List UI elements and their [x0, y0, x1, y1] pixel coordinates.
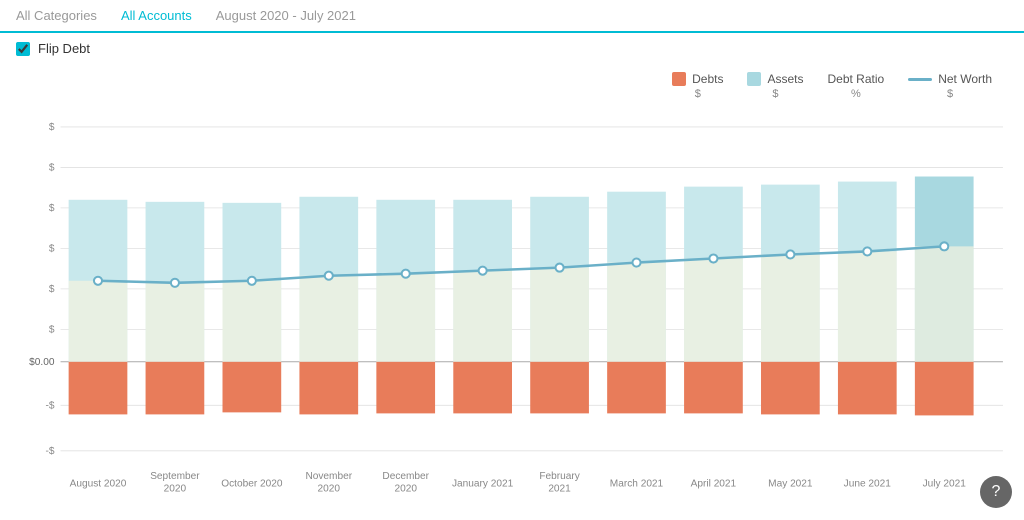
networth-dot-apr: [709, 254, 717, 262]
svg-text:$: $: [49, 203, 55, 214]
debts-color-icon: [672, 72, 686, 86]
debt-bar-nov2020: [299, 362, 358, 415]
networth-dot-jul: [940, 242, 948, 250]
networth-dot-mar: [632, 259, 640, 267]
svg-text:February: February: [539, 471, 580, 482]
networth-dot-feb: [556, 264, 564, 272]
net-worth-unit: $: [947, 88, 953, 100]
networth-fill-mar: [607, 263, 666, 362]
svg-text:December: December: [382, 471, 429, 482]
svg-text:2020: 2020: [394, 483, 417, 494]
debt-bar-jun2021: [838, 362, 897, 415]
debt-bar-jul2021: [915, 362, 974, 416]
svg-text:August 2020: August 2020: [70, 478, 127, 489]
chart-area: $ $ $ $ $ $ $0.00 -$ -$: [16, 104, 1008, 494]
networth-dot-jun: [863, 247, 871, 255]
svg-text:$: $: [49, 122, 55, 133]
svg-text:April 2021: April 2021: [691, 478, 737, 489]
networth-dot-aug: [94, 277, 102, 285]
net-worth-label: Net Worth: [938, 72, 992, 86]
assets-color-icon: [747, 72, 761, 86]
chart-svg: $ $ $ $ $ $ $0.00 -$ -$: [16, 104, 1008, 494]
debts-label: Debts: [692, 72, 723, 86]
debt-bar-apr2021: [684, 362, 743, 414]
svg-text:2021: 2021: [548, 483, 571, 494]
networth-dot-jan: [479, 267, 487, 275]
help-button[interactable]: ?: [980, 476, 1012, 508]
flip-debt-row: Flip Debt: [0, 33, 1024, 64]
networth-fill-jan: [453, 271, 512, 362]
debt-bar-may2021: [761, 362, 820, 415]
svg-text:$: $: [49, 324, 55, 335]
svg-text:$: $: [49, 162, 55, 173]
networth-dot-oct: [248, 277, 256, 285]
assets-label: Assets: [767, 72, 803, 86]
networth-fill-aug: [69, 281, 128, 362]
networth-dot-nov: [325, 272, 333, 280]
svg-text:$0.00: $0.00: [29, 357, 55, 368]
debt-bar-feb2021: [530, 362, 589, 414]
net-worth-line-icon: [908, 78, 932, 81]
svg-text:$: $: [49, 284, 55, 295]
networth-dot-dec: [402, 270, 410, 278]
networth-dot-sep: [171, 279, 179, 287]
assets-unit: $: [772, 88, 778, 100]
svg-text:November: November: [305, 471, 352, 482]
networth-fill-oct: [222, 281, 281, 362]
networth-fill-sep: [146, 283, 205, 362]
debt-bar-aug2020: [69, 362, 128, 415]
svg-text:-$: -$: [45, 446, 54, 457]
nav-all-accounts[interactable]: All Accounts: [121, 8, 192, 23]
svg-text:July 2021: July 2021: [923, 478, 967, 489]
svg-text:$: $: [49, 243, 55, 254]
debt-bar-sep2020: [146, 362, 205, 415]
chart-container: Debts $ Assets $ Debt Ratio % Net Worth …: [0, 64, 1024, 514]
debt-bar-jan2021: [453, 362, 512, 414]
flip-debt-label: Flip Debt: [38, 41, 90, 56]
svg-text:2020: 2020: [318, 483, 341, 494]
svg-text:-$: -$: [45, 400, 54, 411]
debt-ratio-label: Debt Ratio: [828, 72, 885, 86]
networth-fill-apr: [684, 259, 743, 362]
svg-text:June 2021: June 2021: [844, 478, 892, 489]
debt-bar-dec2020: [376, 362, 435, 414]
svg-text:March 2021: March 2021: [610, 478, 664, 489]
svg-text:January 2021: January 2021: [452, 478, 514, 489]
debt-bar-oct2020: [222, 362, 281, 413]
top-nav-bar: All Categories All Accounts August 2020 …: [0, 0, 1024, 33]
networth-fill-jun: [838, 251, 897, 361]
svg-text:October 2020: October 2020: [221, 478, 283, 489]
nav-date-range[interactable]: August 2020 - July 2021: [216, 8, 356, 23]
debt-ratio-unit: %: [851, 88, 861, 100]
networth-fill-may: [761, 254, 820, 361]
legend-debt-ratio: Debt Ratio %: [828, 72, 885, 100]
debts-unit: $: [695, 88, 701, 100]
legend-net-worth: Net Worth $: [908, 72, 992, 100]
flip-debt-checkbox[interactable]: [16, 42, 30, 56]
debt-bar-mar2021: [607, 362, 666, 414]
svg-text:May 2021: May 2021: [768, 478, 813, 489]
legend-assets: Assets $: [747, 72, 803, 100]
networth-fill-feb: [530, 268, 589, 362]
legend-debts: Debts $: [672, 72, 723, 100]
nav-all-categories[interactable]: All Categories: [16, 8, 97, 23]
chart-legend: Debts $ Assets $ Debt Ratio % Net Worth …: [16, 72, 1008, 100]
networth-fill-jul: [915, 246, 974, 361]
networth-fill-nov: [299, 276, 358, 362]
svg-text:2020: 2020: [164, 483, 187, 494]
networth-dot-may: [786, 250, 794, 258]
svg-text:September: September: [150, 471, 200, 482]
networth-fill-dec: [376, 274, 435, 362]
